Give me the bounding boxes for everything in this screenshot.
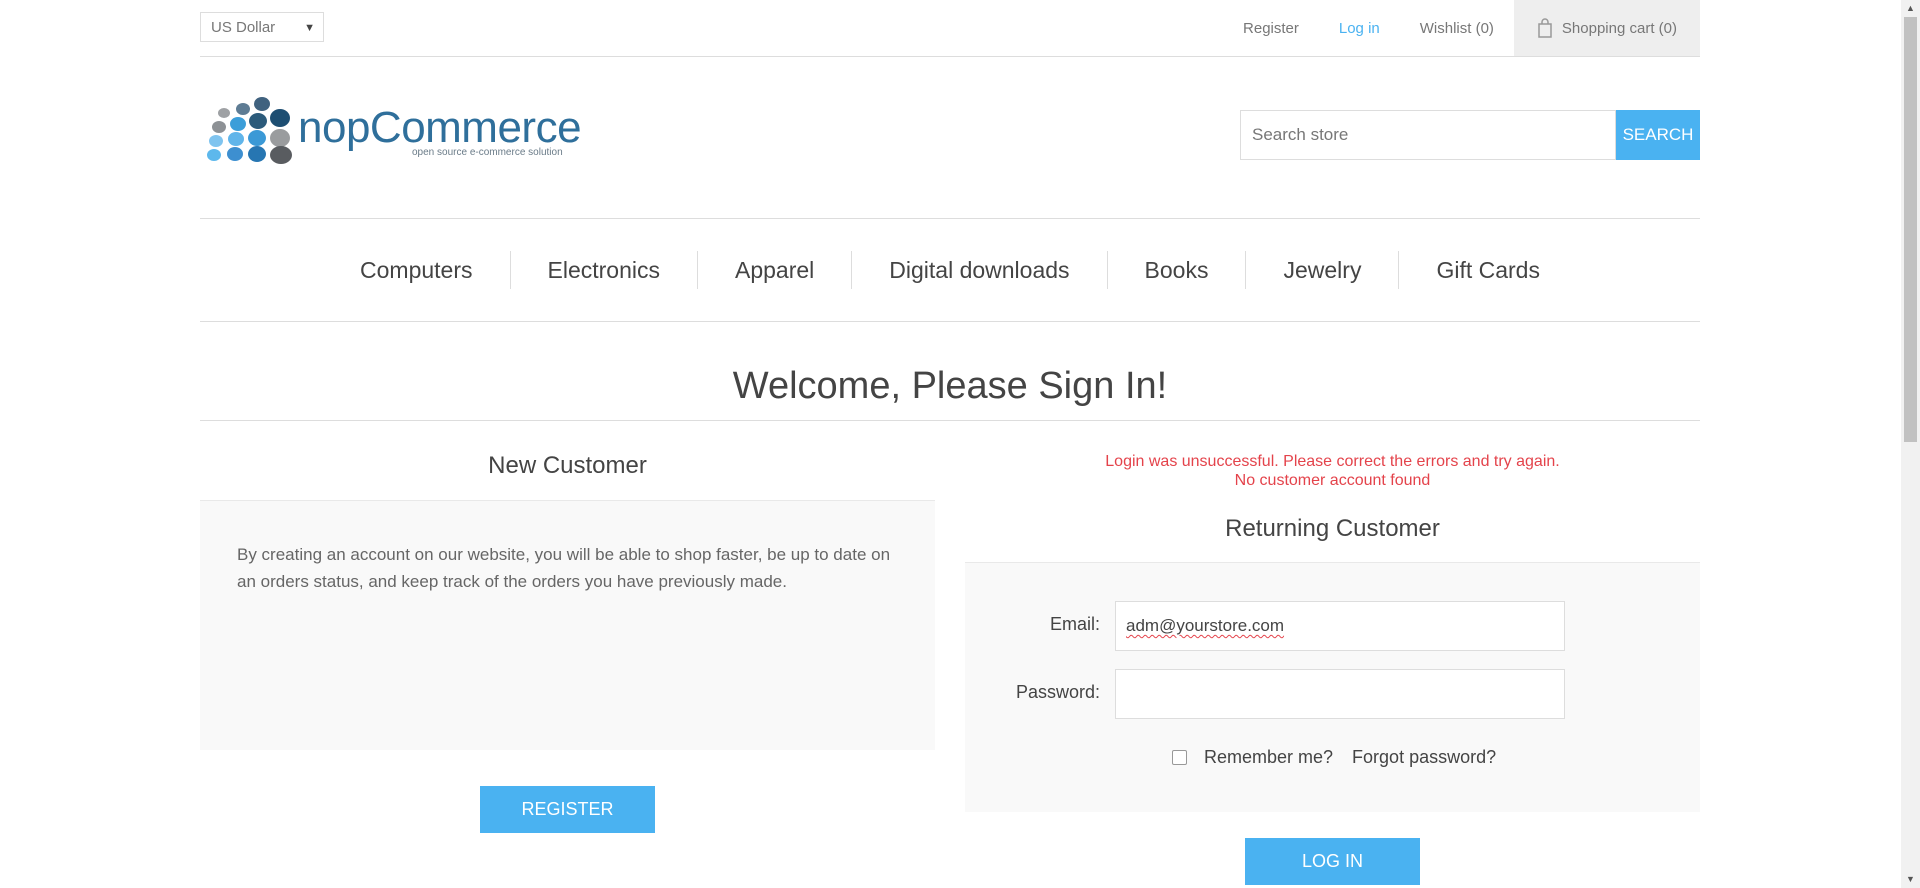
shopping-cart-link[interactable]: Shopping cart (0) bbox=[1513, 0, 1700, 56]
login-button[interactable]: LOG IN bbox=[1245, 838, 1420, 885]
remember-me-checkbox[interactable] bbox=[1172, 750, 1187, 765]
wishlist-link[interactable]: Wishlist (0) bbox=[1420, 20, 1494, 37]
new-customer-title: New Customer bbox=[200, 440, 935, 501]
search-box: Search store SEARCH bbox=[1240, 110, 1700, 160]
scroll-down-arrow-icon[interactable]: ▼ bbox=[1901, 871, 1920, 888]
menu-item-digital-downloads[interactable]: Digital downloads bbox=[852, 257, 1106, 284]
new-customer-block: New Customer By creating an account on o… bbox=[200, 440, 935, 833]
register-link[interactable]: Register bbox=[1243, 20, 1299, 37]
page-title: Welcome, Please Sign In! bbox=[200, 355, 1700, 421]
email-field[interactable]: adm@yourstore.com bbox=[1115, 601, 1565, 651]
menu-item-electronics[interactable]: Electronics bbox=[511, 257, 697, 284]
returning-customer-block: Login was unsuccessful. Please correct t… bbox=[965, 440, 1700, 885]
shopping-bag-icon bbox=[1538, 18, 1552, 38]
search-button[interactable]: SEARCH bbox=[1616, 110, 1700, 160]
store-logo[interactable]: nopCommerce open source e-commerce solut… bbox=[202, 95, 582, 170]
new-customer-text: By creating an account on our website, y… bbox=[200, 501, 935, 750]
scrollbar-thumb[interactable] bbox=[1904, 17, 1917, 442]
currency-select[interactable]: US Dollar ▼ bbox=[200, 12, 324, 42]
menu-item-gift-cards[interactable]: Gift Cards bbox=[1399, 257, 1577, 284]
menu-item-computers[interactable]: Computers bbox=[323, 257, 509, 284]
shopping-cart-label: Shopping cart (0) bbox=[1561, 19, 1677, 37]
vertical-scrollbar[interactable]: ▲ ▼ bbox=[1901, 0, 1920, 888]
header-links: Register Log in Wishlist (0) Shopping ca… bbox=[1203, 0, 1700, 56]
logo-tagline: open source e-commerce solution bbox=[412, 147, 563, 158]
password-label: Password: bbox=[1015, 682, 1100, 702]
login-error-detail: No customer account found bbox=[1234, 472, 1431, 489]
password-field[interactable] bbox=[1115, 669, 1565, 719]
dropdown-arrow-icon: ▼ bbox=[304, 22, 315, 34]
top-menu: Computers Electronics Apparel Digital do… bbox=[200, 218, 1700, 322]
search-input[interactable]: Search store bbox=[1240, 110, 1616, 160]
remember-me-row: Remember me? Forgot password? bbox=[1172, 747, 1496, 768]
currency-value: US Dollar bbox=[211, 19, 276, 36]
menu-item-apparel[interactable]: Apparel bbox=[698, 257, 851, 284]
menu-item-books[interactable]: Books bbox=[1108, 257, 1246, 284]
scroll-up-arrow-icon[interactable]: ▲ bbox=[1901, 0, 1920, 17]
email-value: adm@yourstore.com bbox=[1126, 616, 1285, 635]
page-container: US Dollar ▼ Register Log in Wishlist (0)… bbox=[200, 0, 1700, 888]
remember-me-label[interactable]: Remember me? bbox=[1204, 747, 1333, 768]
returning-customer-title: Returning Customer bbox=[965, 494, 1700, 563]
logo-wordmark: nopCommerce bbox=[298, 103, 582, 152]
menu-item-jewelry[interactable]: Jewelry bbox=[1246, 257, 1398, 284]
email-label: Email: bbox=[1049, 614, 1100, 634]
login-form: Email: adm@yourstore.com Password: Remem… bbox=[965, 563, 1700, 812]
search-placeholder: Search store bbox=[1252, 125, 1349, 144]
forgot-password-link[interactable]: Forgot password? bbox=[1352, 747, 1496, 768]
header-upper: US Dollar ▼ Register Log in Wishlist (0)… bbox=[200, 0, 1700, 57]
login-link[interactable]: Log in bbox=[1339, 20, 1380, 37]
register-button[interactable]: REGISTER bbox=[480, 786, 655, 833]
login-error-message: Login was unsuccessful. Please correct t… bbox=[1105, 453, 1560, 470]
